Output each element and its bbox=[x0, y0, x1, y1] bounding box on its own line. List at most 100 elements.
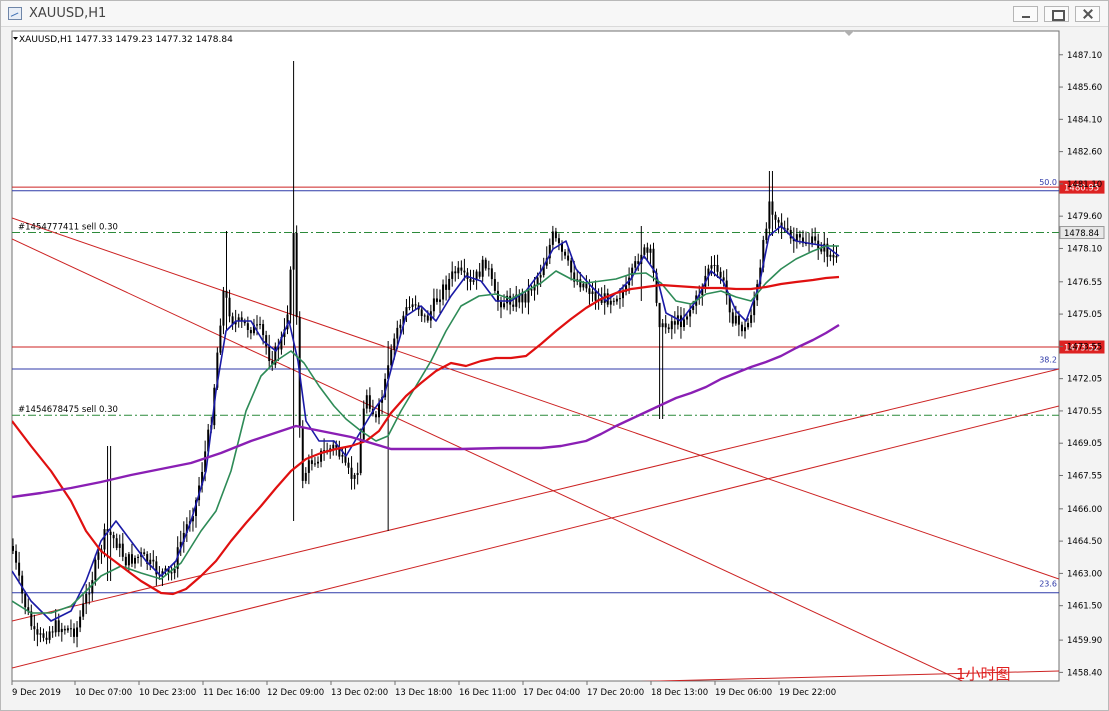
candle-body bbox=[445, 284, 448, 290]
candle-body bbox=[765, 228, 768, 240]
y-tick-label: 1469.05 bbox=[1067, 439, 1102, 449]
candle-body bbox=[390, 349, 393, 366]
candle-body bbox=[524, 293, 527, 303]
candle-body bbox=[170, 572, 173, 574]
candle-body bbox=[750, 315, 753, 323]
candle-body bbox=[79, 616, 82, 628]
candle-body bbox=[612, 300, 615, 302]
candle-body bbox=[426, 315, 429, 321]
fib-level-label: 23.6 bbox=[1039, 579, 1057, 588]
candle-body bbox=[12, 546, 14, 551]
candle-body bbox=[564, 251, 567, 256]
x-tick-label: 13 Dec 18:00 bbox=[395, 688, 452, 698]
candle-body bbox=[76, 627, 79, 637]
candle-body bbox=[673, 321, 676, 325]
y-tick-label: 1481.10 bbox=[1067, 180, 1102, 190]
candle-body bbox=[777, 219, 780, 223]
candle-body bbox=[97, 552, 100, 560]
y-tick-label: 1482.60 bbox=[1067, 148, 1102, 158]
x-tick-label: 19 Dec 22:00 bbox=[779, 688, 836, 698]
candle-body bbox=[658, 302, 661, 328]
candle-body bbox=[137, 556, 140, 558]
candle-body bbox=[359, 439, 362, 474]
candle-body bbox=[500, 301, 502, 308]
candle-body bbox=[134, 557, 136, 564]
x-tick-label: 16 Dec 11:00 bbox=[459, 688, 516, 698]
candle-body bbox=[24, 593, 27, 608]
y-tick-label: 1475.05 bbox=[1067, 310, 1102, 320]
candle-body bbox=[503, 303, 506, 308]
candle-body bbox=[66, 628, 69, 631]
fib-level-label: 38.2 bbox=[1039, 356, 1057, 365]
candle-body bbox=[36, 629, 39, 635]
candle-body bbox=[771, 201, 774, 215]
chart-header-symbol: XAUUSD,H1 1477.33 1479.23 1477.32 1478.8… bbox=[19, 35, 233, 45]
candle-body bbox=[432, 298, 435, 312]
candle-body bbox=[249, 329, 252, 334]
y-tick-label: 1479.60 bbox=[1067, 212, 1102, 222]
candle-body bbox=[719, 271, 722, 278]
candle-body bbox=[103, 529, 106, 550]
candle-body bbox=[51, 631, 54, 633]
candle-body bbox=[109, 531, 112, 535]
close-button[interactable] bbox=[1075, 6, 1100, 22]
candle-body bbox=[18, 562, 21, 576]
candle-body bbox=[393, 338, 396, 350]
candle-body bbox=[91, 580, 94, 594]
candle-body bbox=[582, 283, 585, 288]
candle-body bbox=[396, 327, 399, 339]
window-titlebar[interactable]: XAUUSD,H1 bbox=[1, 1, 1108, 27]
minimize-button[interactable] bbox=[1013, 6, 1038, 22]
candle-body bbox=[454, 271, 457, 274]
candle-body bbox=[622, 291, 624, 299]
candle-body bbox=[15, 550, 18, 563]
candle-body bbox=[317, 461, 319, 464]
candle-body bbox=[591, 291, 594, 295]
candle-body bbox=[292, 232, 295, 270]
candle-body bbox=[551, 231, 554, 245]
candle-body bbox=[411, 304, 414, 307]
candle-body bbox=[368, 395, 371, 409]
candle-body bbox=[539, 275, 542, 278]
candle-body bbox=[259, 324, 262, 326]
candle-body bbox=[63, 628, 66, 631]
candle-body bbox=[588, 288, 591, 295]
y-tick-label: 1470.55 bbox=[1067, 407, 1102, 417]
chart-window-icon bbox=[8, 7, 22, 20]
order-label[interactable]: #1454678475 sell 0.30 bbox=[18, 405, 118, 415]
candle-body bbox=[439, 299, 441, 302]
candle[interactable] bbox=[295, 225, 298, 325]
window-title: XAUUSD,H1 bbox=[29, 6, 107, 21]
candle-body bbox=[570, 260, 573, 273]
candle-body bbox=[268, 346, 271, 362]
candle-body bbox=[54, 620, 57, 633]
candle-body bbox=[289, 269, 292, 315]
candle-body bbox=[57, 620, 60, 633]
price-tag[interactable]: 1478.84 bbox=[1059, 226, 1105, 240]
candle-body bbox=[219, 325, 222, 353]
candle-body bbox=[365, 395, 368, 409]
candle-body bbox=[527, 289, 530, 303]
candle-body bbox=[94, 559, 97, 581]
candle-body bbox=[118, 543, 121, 548]
candle-body bbox=[115, 538, 118, 548]
candle-body bbox=[420, 309, 423, 316]
candle-body bbox=[45, 637, 48, 640]
candle-body bbox=[457, 267, 460, 274]
x-tick-label: 9 Dec 2019 bbox=[12, 688, 61, 698]
candle-body bbox=[484, 259, 487, 269]
candle[interactable] bbox=[301, 420, 304, 489]
candle-body bbox=[307, 460, 310, 473]
candle-body bbox=[521, 293, 524, 303]
candle-body bbox=[667, 327, 670, 330]
candle-body bbox=[768, 201, 771, 229]
x-tick-label: 17 Dec 20:00 bbox=[587, 688, 644, 698]
candle-body bbox=[811, 236, 814, 244]
candle-body bbox=[737, 315, 740, 325]
price-chart[interactable]: 1480.951478.841473.5250.038.223.6#145477… bbox=[1, 27, 1108, 711]
y-tick-label: 1461.50 bbox=[1067, 602, 1102, 612]
order-label[interactable]: #1454777411 sell 0.30 bbox=[18, 223, 118, 233]
candle-body bbox=[567, 255, 570, 261]
restore-button[interactable] bbox=[1044, 6, 1069, 22]
x-tick-label: 11 Dec 16:00 bbox=[203, 688, 260, 698]
